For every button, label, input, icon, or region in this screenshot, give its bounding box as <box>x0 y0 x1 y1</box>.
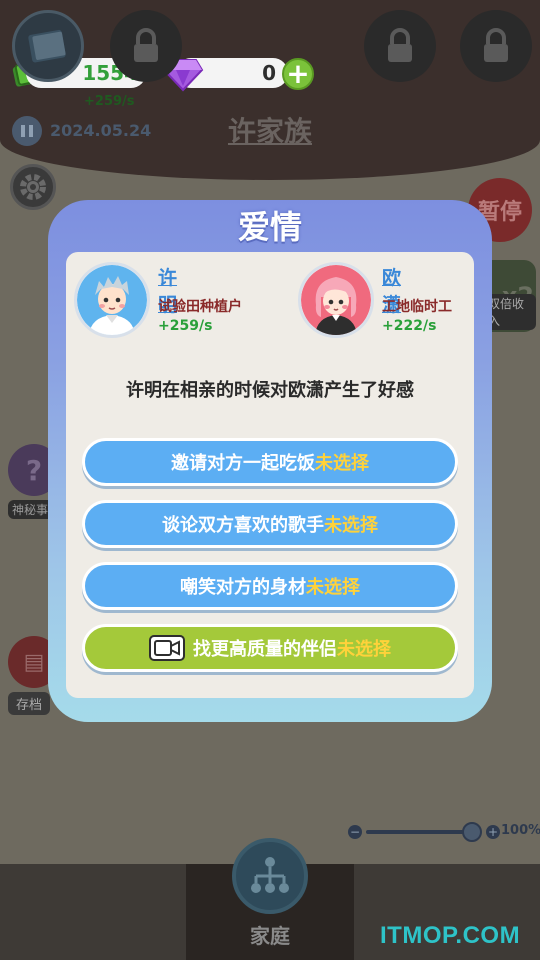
nav-family-label: 家庭 <box>250 924 290 948</box>
watermark: ITMOP.COM <box>380 922 521 949</box>
unselected-label: 未选择 <box>337 639 391 660</box>
unselected-label: 未选择 <box>315 453 369 474</box>
lock-icon <box>388 28 412 62</box>
gear-icon <box>20 174 46 200</box>
event-description: 许明在相亲的时候对欧潇产生了好感 <box>126 380 414 401</box>
video-icon <box>149 635 185 661</box>
add-gems-button[interactable]: + <box>282 58 314 90</box>
speed-plus-button[interactable]: + <box>486 825 500 839</box>
speed-percent: 100% <box>501 823 540 838</box>
option-label: 邀请对方一起吃饭 <box>171 453 315 474</box>
avatar-male[interactable] <box>74 262 150 338</box>
person-rate-left: +259/s <box>158 318 213 334</box>
option-button-video[interactable]: 找更高质量的伴侣 未选择 <box>82 624 458 672</box>
unselected-label: 未选择 <box>306 577 360 598</box>
gem-value: 0 <box>262 61 276 85</box>
unselected-label: 未选择 <box>324 515 378 536</box>
boy-avatar-icon <box>77 265 147 335</box>
dialog-title: 爱情 <box>237 208 302 246</box>
option-label: 找更高质量的伴侣 <box>193 639 337 660</box>
lock-icon <box>134 28 158 62</box>
income-rate: +259/s <box>84 94 135 109</box>
option-button-1[interactable]: 邀请对方一起吃饭 未选择 <box>82 438 458 486</box>
option-label: 谈论双方喜欢的歌手 <box>162 515 324 536</box>
lock-icon <box>484 28 508 62</box>
love-event-dialog: 爱情 许明 试验田种植户 +259/s 欧潇 工地临时工 +222/s 许明在相… <box>48 200 492 722</box>
option-label: 嘲笑对方的身材 <box>180 577 306 598</box>
nav-locked-3[interactable] <box>460 10 532 82</box>
archive-label: 存档 <box>8 692 51 715</box>
speed-knob[interactable] <box>462 822 482 842</box>
speed-minus-button[interactable]: − <box>348 825 362 839</box>
dialog-panel: 许明 试验田种植户 +259/s 欧潇 工地临时工 +222/s 许明在相亲的时… <box>66 252 474 698</box>
person-job-right: 工地临时工 <box>382 299 452 315</box>
top-header <box>0 0 540 180</box>
family-tree-icon <box>251 857 289 893</box>
girl-avatar-icon <box>301 265 371 335</box>
person-job-left: 试验田种植户 <box>158 299 242 315</box>
nav-family-button[interactable] <box>232 838 308 914</box>
avatar-female[interactable] <box>298 262 374 338</box>
speed-slider[interactable]: − + 100% <box>348 822 540 842</box>
plus-icon: + <box>286 57 310 90</box>
nav-locked-1[interactable] <box>110 10 182 82</box>
person-rate-right: +222/s <box>382 318 437 334</box>
family-name[interactable]: 许家族 <box>0 110 540 150</box>
nav-book-button[interactable] <box>12 10 84 82</box>
nav-locked-2[interactable] <box>364 10 436 82</box>
option-button-2[interactable]: 谈论双方喜欢的歌手 未选择 <box>82 500 458 548</box>
book-icon <box>28 29 66 63</box>
option-button-3[interactable]: 嘲笑对方的身材 未选择 <box>82 562 458 610</box>
